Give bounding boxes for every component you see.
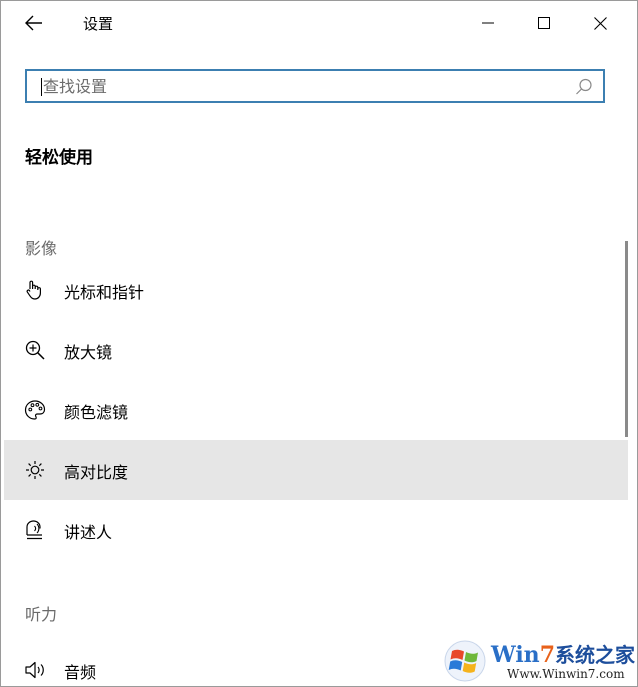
page-title: 轻松使用 [25, 148, 93, 168]
nav-label: 音频 [64, 663, 97, 682]
group-header-hearing: 听力 [25, 605, 58, 624]
watermark-url: Www.Winwin7.com [507, 667, 625, 681]
pointer-hand-icon [26, 280, 41, 300]
watermark: Win7系统之家 Www.Winwin7.com [441, 635, 637, 686]
nav-item-narrator[interactable]: 讲述人 [4, 500, 628, 560]
nav-label: 讲述人 [64, 523, 113, 542]
minimize-button[interactable] [465, 1, 511, 45]
watermark-brand: Win7系统之家 [491, 642, 635, 668]
nav-label: 高对比度 [64, 463, 129, 482]
scrollbar-thumb[interactable] [625, 241, 628, 437]
nav-item-high-contrast[interactable]: 高对比度 [4, 440, 628, 500]
settings-window: 设置 轻松使用 影像 光标和指针 [0, 0, 638, 687]
search-icon[interactable] [575, 78, 593, 96]
nav-label: 颜色滤镜 [64, 403, 129, 422]
nav-item-color-filters[interactable]: 颜色滤镜 [4, 380, 628, 440]
group-header-vision: 影像 [25, 239, 58, 258]
minimize-icon [482, 22, 494, 24]
nav-label: 放大镜 [64, 343, 113, 362]
narrator-icon [26, 520, 42, 540]
window-title: 设置 [83, 15, 114, 33]
search-input[interactable] [43, 74, 563, 98]
nav-item-mouse-pointer[interactable]: 光标和指针 [4, 260, 628, 320]
back-arrow-icon [25, 15, 42, 31]
maximize-button[interactable] [521, 1, 567, 45]
text-caret [41, 78, 42, 96]
magnifier-icon [25, 340, 45, 360]
search-box[interactable] [25, 69, 605, 103]
windows-logo-icon [444, 640, 486, 682]
nav-label: 光标和指针 [64, 283, 145, 302]
brightness-icon [26, 461, 44, 479]
title-bar: 设置 [1, 1, 637, 45]
nav-item-magnifier[interactable]: 放大镜 [4, 320, 628, 380]
color-palette-icon [24, 400, 46, 420]
maximize-icon [538, 17, 550, 29]
back-button[interactable] [19, 9, 49, 37]
speaker-icon [25, 661, 44, 679]
close-icon [593, 16, 607, 30]
close-button[interactable] [577, 1, 623, 45]
